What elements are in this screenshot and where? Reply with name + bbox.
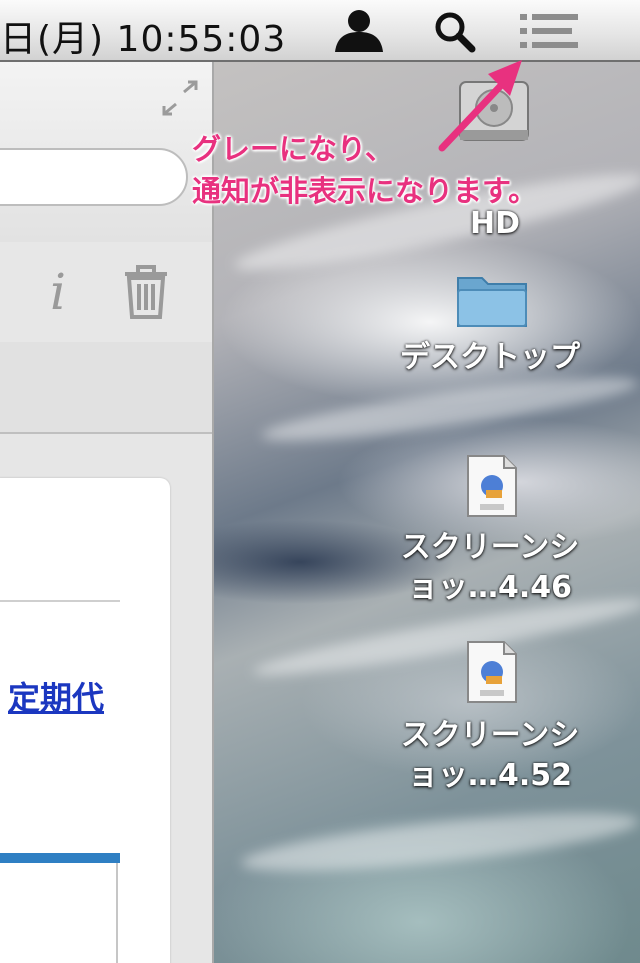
desktop-folder-label[interactable]: デスクトップ (370, 338, 610, 378)
screenshot-file-label[interactable]: スクリーンシ ョッ…4.52 (370, 716, 610, 796)
trash-icon[interactable] (122, 264, 170, 320)
annotation-line2: 通知が非表示になります。 (192, 174, 538, 208)
menu-bar: 日(月) 10:55:03 (0, 0, 640, 62)
png-file-icon[interactable] (464, 640, 520, 704)
content-link[interactable]: 定期代 (8, 673, 104, 719)
window-subbar (0, 342, 212, 434)
fullscreen-icon[interactable] (158, 78, 202, 118)
content-header-bar (0, 853, 120, 863)
menu-clock[interactable]: 日(月) 10:55:03 (0, 10, 286, 62)
content-panel: 定期代 (0, 478, 170, 963)
finder-window: i 定期代 (0, 62, 214, 963)
notification-center-icon[interactable] (516, 10, 582, 54)
png-file-icon[interactable] (464, 454, 520, 518)
spotlight-search-icon[interactable] (432, 10, 478, 54)
content-box (0, 863, 118, 963)
file-label-line1: スクリーンシ (400, 530, 580, 565)
file-label-line2: ョッ…4.46 (407, 570, 573, 605)
annotation-callout: グレーになり、 通知が非表示になります。 (192, 128, 592, 212)
file-label-line1: スクリーンシ (400, 718, 580, 753)
content-divider (0, 600, 120, 602)
file-label-line2: ョッ…4.52 (407, 758, 573, 793)
window-toolbar: i (0, 242, 212, 343)
info-icon[interactable]: i (44, 264, 72, 320)
window-titlebar[interactable] (0, 62, 212, 243)
annotation-line1: グレーになり、 (192, 132, 394, 166)
user-icon[interactable] (333, 8, 385, 52)
search-input[interactable] (0, 148, 188, 206)
screenshot-file-label[interactable]: スクリーンシ ョッ…4.46 (370, 528, 610, 608)
folder-icon[interactable] (454, 268, 530, 332)
